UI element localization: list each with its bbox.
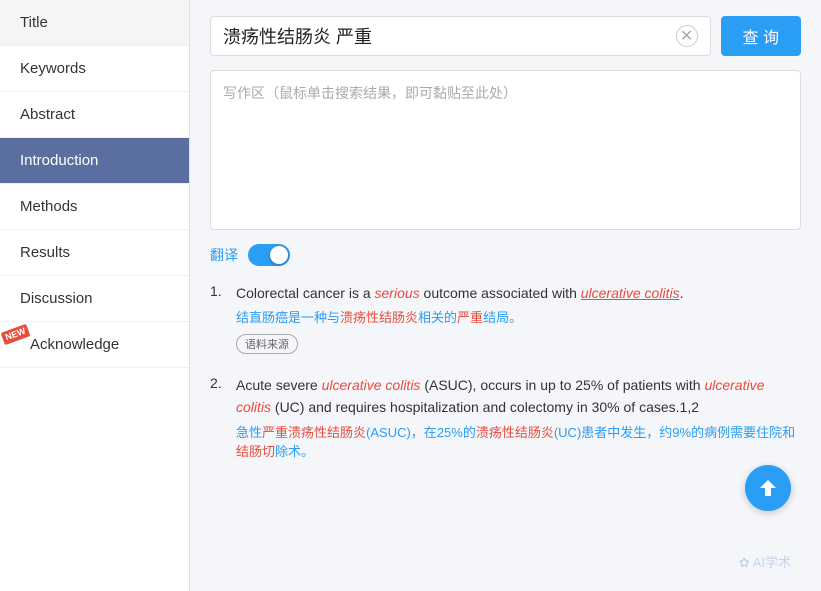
italic-text: serious <box>375 285 420 301</box>
result-number: 2. <box>210 374 228 468</box>
main-content: 溃疡性结肠炎 严重 ✕ 查 询 写作区（鼠标单击搜索结果，即可黏贴至此处） 翻译… <box>190 0 821 591</box>
result-chinese: 急性严重溃疡性结肠炎(ASUC)，在25%的溃疡性结肠炎(UC)患者中发生，约9… <box>236 423 801 462</box>
search-button[interactable]: 查 询 <box>721 16 801 56</box>
list-item: 2. Acute severe ulcerative colitis (ASUC… <box>210 374 801 468</box>
sidebar-item-results-label: Results <box>20 244 70 261</box>
writing-area[interactable]: 写作区（鼠标单击搜索结果，即可黏贴至此处） <box>210 70 801 230</box>
result-english: Acute severe ulcerative colitis (ASUC), … <box>236 374 801 419</box>
cn-highlight: 溃疡性结肠炎 <box>476 425 554 440</box>
italic-underline-text: ulcerative colitis <box>581 285 680 301</box>
sidebar-item-abstract-label: Abstract <box>20 106 75 123</box>
cn-highlight: 严重 <box>457 310 483 325</box>
search-query: 溃疡性结肠炎 严重 <box>223 23 676 49</box>
sidebar-item-keywords[interactable]: Keywords <box>0 46 189 92</box>
translate-label: 翻译 <box>210 245 238 265</box>
translate-row: 翻译 <box>210 244 801 266</box>
toggle-knob <box>270 246 288 264</box>
italic-text: ulcerative colitis <box>236 377 764 415</box>
arrow-up-icon <box>756 476 780 500</box>
cn-highlight: 严重溃疡性结肠炎 <box>262 425 366 440</box>
result-english: Colorectal cancer is a serious outcome a… <box>236 282 801 304</box>
result-content: Colorectal cancer is a serious outcome a… <box>236 282 801 354</box>
sidebar-item-title-label: Title <box>20 14 48 31</box>
translate-toggle[interactable] <box>248 244 290 266</box>
cn-highlight: 溃疡性结肠炎 <box>340 310 418 325</box>
sidebar: Title Keywords Abstract Introduction Met… <box>0 0 190 591</box>
source-tag[interactable]: 语料来源 <box>236 334 298 354</box>
cn-highlight: 结肠切 <box>236 444 275 459</box>
results-list: 1. Colorectal cancer is a serious outcom… <box>210 282 801 468</box>
sidebar-item-acknowledge[interactable]: NEW Acknowledge <box>0 322 189 368</box>
watermark: ✿ AI学术 <box>739 552 791 571</box>
sidebar-item-discussion[interactable]: Discussion <box>0 276 189 322</box>
search-input-wrap: 溃疡性结肠炎 严重 ✕ <box>210 16 711 56</box>
sidebar-item-title[interactable]: Title <box>0 0 189 46</box>
writing-placeholder: 写作区（鼠标单击搜索结果，即可黏贴至此处） <box>223 85 517 101</box>
new-badge: NEW <box>1 324 31 345</box>
search-bar: 溃疡性结肠炎 严重 ✕ 查 询 <box>210 16 801 56</box>
italic-text: ulcerative colitis <box>322 377 421 393</box>
sidebar-item-discussion-label: Discussion <box>20 290 93 307</box>
result-number: 1. <box>210 282 228 354</box>
list-item: 1. Colorectal cancer is a serious outcom… <box>210 282 801 354</box>
result-content: Acute severe ulcerative colitis (ASUC), … <box>236 374 801 468</box>
sidebar-item-keywords-label: Keywords <box>20 60 86 77</box>
sidebar-item-acknowledge-label: Acknowledge <box>30 336 119 353</box>
sidebar-item-introduction[interactable]: Introduction <box>0 138 189 184</box>
clear-button[interactable]: ✕ <box>676 25 698 47</box>
sidebar-item-results[interactable]: Results <box>0 230 189 276</box>
scroll-up-button[interactable] <box>745 465 791 511</box>
sidebar-item-methods[interactable]: Methods <box>0 184 189 230</box>
sidebar-item-methods-label: Methods <box>20 198 78 215</box>
result-chinese: 结直肠癌是一种与溃疡性结肠炎相关的严重结局。 <box>236 308 801 328</box>
sidebar-item-abstract[interactable]: Abstract <box>0 92 189 138</box>
sidebar-item-introduction-label: Introduction <box>20 152 98 169</box>
